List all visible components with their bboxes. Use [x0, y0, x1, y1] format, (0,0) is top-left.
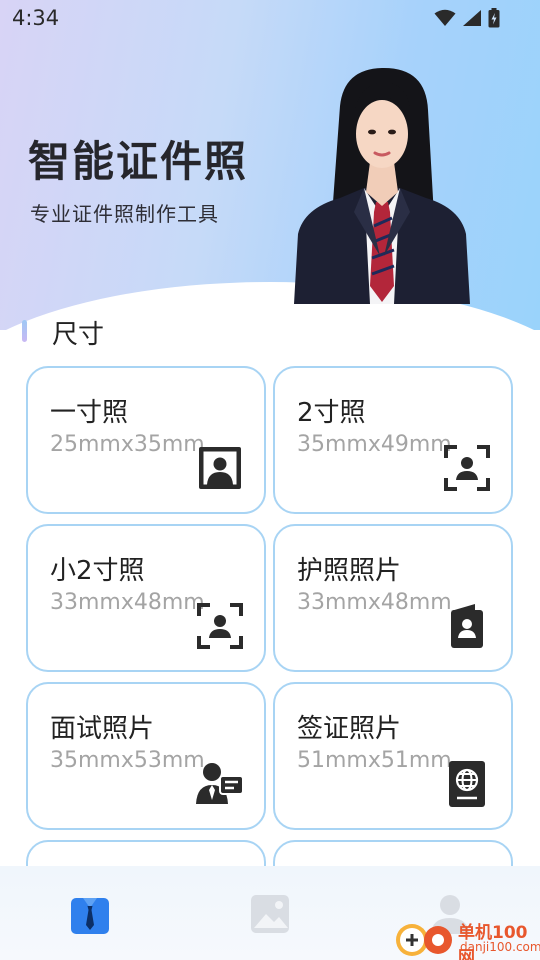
size-card-two-inch[interactable]: 2寸照 35mmx49mm — [273, 366, 513, 514]
battery-charging-icon — [488, 8, 500, 28]
card-size: 51mmx51mm — [297, 748, 452, 773]
card-name: 2寸照 — [297, 398, 366, 428]
status-bar: 4:34 — [0, 0, 540, 38]
suit-tie-icon — [68, 892, 112, 936]
size-card-one-inch[interactable]: 一寸照 25mmx35mm — [26, 366, 266, 514]
interview-person-icon — [196, 760, 244, 808]
size-card-small-two-inch[interactable]: 小2寸照 33mmx48mm — [26, 524, 266, 672]
watermark-url: danji100.com — [460, 940, 540, 954]
portrait-frame-icon — [196, 444, 244, 492]
size-card-interview[interactable]: 面试照片 35mmx53mm — [26, 682, 266, 830]
status-time: 4:34 — [12, 6, 60, 30]
status-icons — [434, 8, 500, 28]
page-subtitle: 专业证件照制作工具 — [30, 202, 219, 226]
section-title: 尺寸 — [52, 320, 105, 350]
section-accent-bar — [22, 320, 27, 342]
watermark-logo-icon — [392, 918, 454, 960]
tab-id-photo[interactable] — [68, 892, 112, 936]
card-size: 35mmx49mm — [297, 432, 452, 457]
card-size: 35mmx53mm — [50, 748, 205, 773]
cellular-signal-icon — [462, 9, 482, 27]
card-name: 护照照片 — [297, 556, 402, 586]
sample-portrait-image — [294, 66, 470, 304]
gallery-icon — [248, 892, 292, 936]
size-card-passport[interactable]: 护照照片 33mmx48mm — [273, 524, 513, 672]
passport-globe-icon — [443, 760, 491, 808]
wifi-icon — [434, 9, 456, 27]
watermark: 单机100网 danji100.com — [388, 914, 540, 960]
face-scan-icon — [196, 602, 244, 650]
size-card-visa[interactable]: 签证照片 51mmx51mm — [273, 682, 513, 830]
passport-photo-icon — [443, 602, 491, 650]
tab-gallery[interactable] — [248, 892, 292, 936]
card-name: 签证照片 — [297, 714, 402, 744]
face-scan-icon — [443, 444, 491, 492]
card-name: 面试照片 — [50, 714, 155, 744]
card-size: 33mmx48mm — [50, 590, 205, 615]
card-size: 33mmx48mm — [297, 590, 452, 615]
card-name: 小2寸照 — [50, 556, 145, 586]
card-size: 25mmx35mm — [50, 432, 205, 457]
page-title: 智能证件照 — [28, 137, 249, 186]
card-name: 一寸照 — [50, 398, 129, 428]
